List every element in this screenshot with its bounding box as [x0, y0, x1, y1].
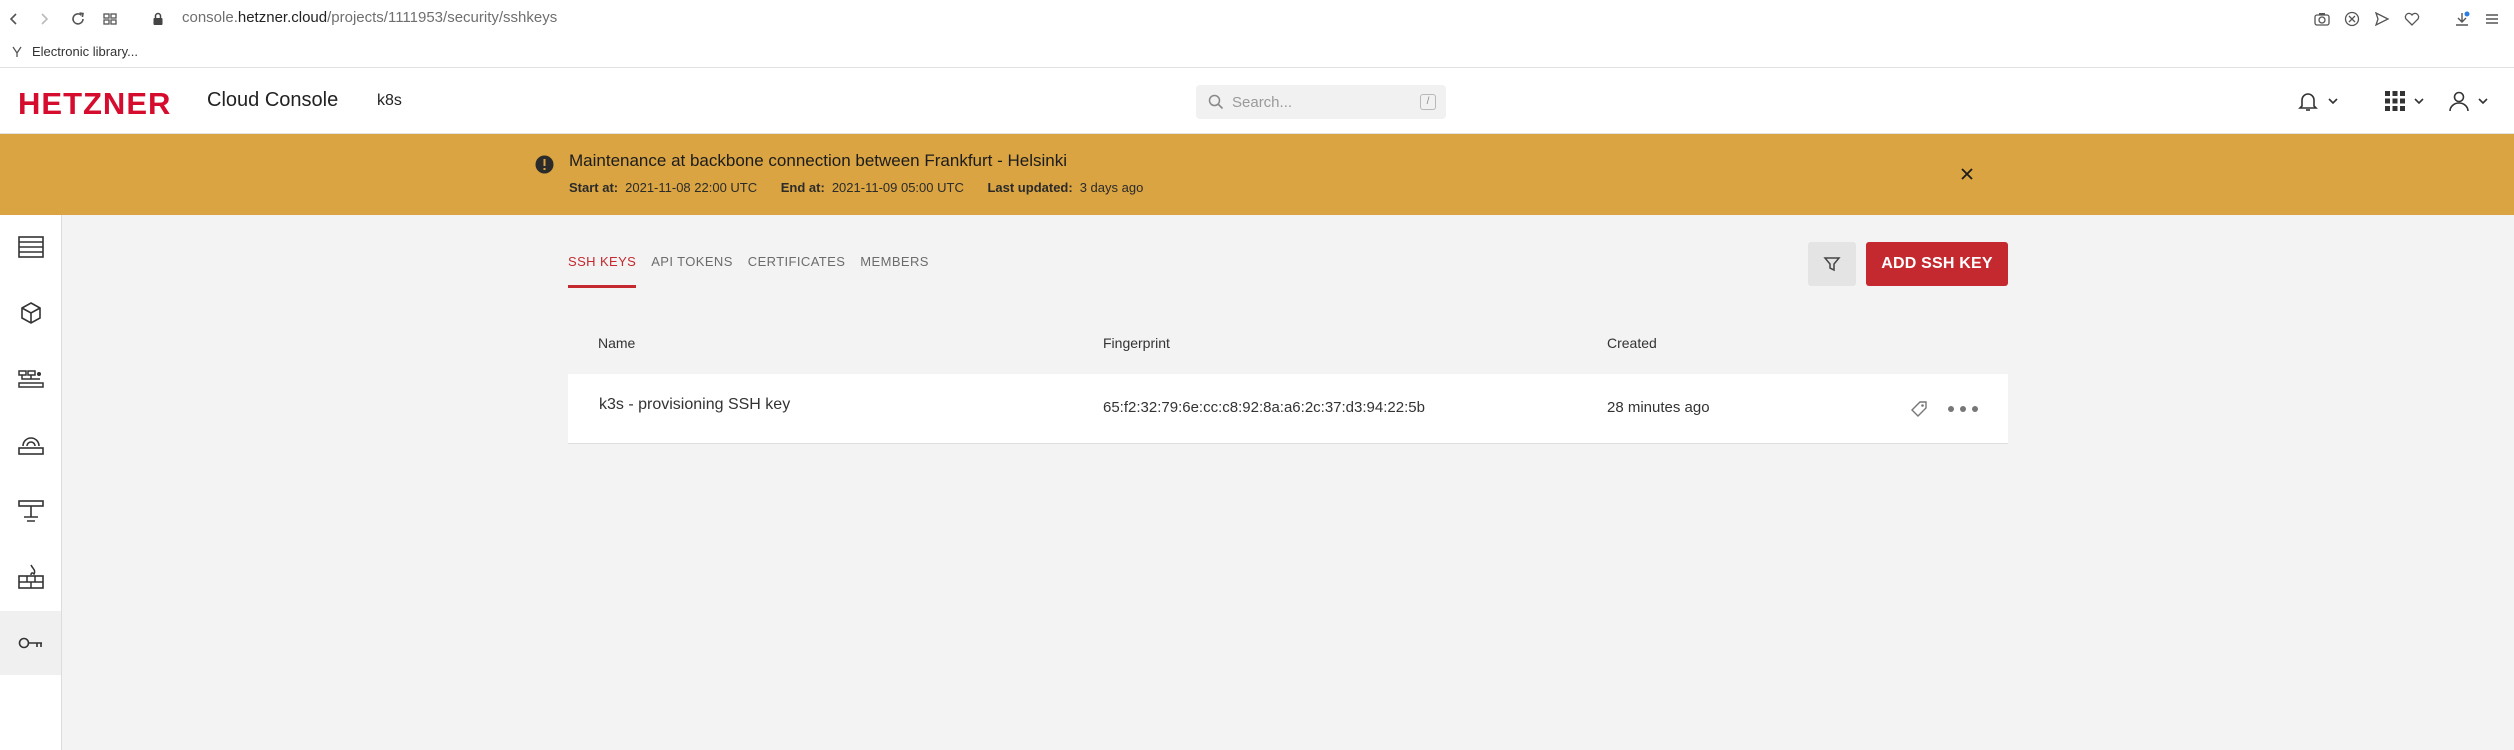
project-selector[interactable]: k8s: [377, 92, 402, 110]
sidebar-item-volumes[interactable]: [0, 281, 61, 345]
browser-toolbar: console.hetzner.cloud/projects/1111953/s…: [0, 0, 2514, 38]
volumes-icon: [19, 301, 43, 325]
sidebar: [0, 215, 62, 750]
filter-icon: [1823, 255, 1841, 273]
tab-members[interactable]: MEMBERS: [860, 250, 929, 288]
updated-label: Last updated:: [987, 180, 1073, 195]
tab-certificates[interactable]: CERTIFICATES: [748, 250, 846, 288]
url-prefix: console.: [182, 9, 238, 26]
forward-arrow-icon[interactable]: [34, 9, 54, 29]
key-icon: [18, 636, 44, 650]
chevron-down-icon: [2328, 97, 2338, 105]
heart-icon[interactable]: [2402, 9, 2422, 29]
start-label: Start at:: [569, 180, 619, 195]
table-row[interactable]: k3s - provisioning SSH key 65:f2:32:79:6…: [568, 374, 2008, 444]
search-shortcut-hint: /: [1420, 94, 1436, 110]
chevron-down-icon: [2478, 97, 2488, 105]
url-domain: hetzner.cloud: [237, 9, 328, 26]
download-icon[interactable]: [2452, 9, 2472, 29]
search-box[interactable]: /: [1196, 85, 1446, 119]
filter-button[interactable]: [1808, 242, 1856, 286]
sidebar-item-networks[interactable]: [0, 479, 61, 543]
app-header: HETZNER Cloud Console k8s /: [0, 68, 2514, 134]
tab-api-tokens[interactable]: API TOKENS: [651, 250, 733, 288]
more-options-icon[interactable]: [1946, 401, 1980, 417]
label-tag-icon[interactable]: [1909, 399, 1929, 419]
camera-icon[interactable]: [2312, 9, 2332, 29]
firewalls-icon: [17, 564, 44, 590]
apps-grid-icon: [2384, 90, 2406, 112]
servers-icon: [17, 236, 44, 258]
bookmarks-bar: Electronic library...: [0, 38, 2514, 68]
end-label: End at:: [780, 180, 825, 195]
bell-icon: [2296, 89, 2320, 113]
start-value: 2021-11-08 22:00 UTC: [625, 180, 758, 195]
banner-title: Maintenance at backbone connection betwe…: [569, 151, 1068, 170]
floating-ips-icon: [17, 434, 44, 456]
bookmark-icon: [12, 46, 22, 58]
reload-icon[interactable]: [68, 9, 88, 29]
search-icon: [1208, 94, 1224, 110]
user-icon: [2448, 90, 2470, 112]
bookmark-electronic-library[interactable]: Electronic library...: [12, 44, 138, 59]
send-icon[interactable]: [2372, 9, 2392, 29]
column-header-name: Name: [598, 335, 636, 351]
chevron-down-icon: [2414, 97, 2424, 105]
bookmark-label: Electronic library...: [32, 44, 138, 59]
lock-icon: [148, 9, 168, 29]
sidebar-item-security[interactable]: [0, 611, 61, 675]
url-bar[interactable]: console.hetzner.cloud/projects/1111953/s…: [182, 9, 557, 26]
user-menu-button[interactable]: [2448, 88, 2488, 114]
apps-menu-button[interactable]: [2384, 88, 2424, 114]
tabs-grid-icon[interactable]: [100, 9, 120, 29]
column-header-created: Created: [1607, 335, 1657, 351]
banner-details: Start at: 2021-11-08 22:00 UTC End at: 202…: [569, 180, 1163, 195]
close-icon[interactable]: [1957, 164, 1977, 184]
sidebar-item-floating-ips[interactable]: [0, 413, 61, 477]
shield-icon[interactable]: [2342, 9, 2362, 29]
ssh-key-fingerprint: 65:f2:32:79:6e:cc:c8:92:8a:a6:2c:37:d3:9…: [1103, 399, 1425, 416]
ssh-key-created: 28 minutes ago: [1607, 399, 1710, 416]
updated-value: 3 days ago: [1079, 180, 1144, 195]
app-title: Cloud Console: [207, 89, 339, 111]
security-tabs: SSH KEYS API TOKENS CERTIFICATES MEMBERS: [568, 250, 944, 288]
networks-icon: [17, 499, 44, 523]
hetzner-logo[interactable]: HETZNER: [18, 86, 171, 122]
column-header-fingerprint: Fingerprint: [1103, 335, 1170, 351]
load-balancers-icon: [17, 369, 44, 389]
sidebar-item-firewalls[interactable]: [0, 545, 61, 609]
tab-ssh-keys[interactable]: SSH KEYS: [568, 250, 637, 288]
notifications-button[interactable]: [2296, 88, 2338, 114]
alert-icon: [535, 155, 554, 174]
menu-icon[interactable]: [2482, 9, 2502, 29]
add-ssh-key-button[interactable]: ADD SSH KEY: [1866, 242, 2008, 286]
maintenance-banner: Maintenance at backbone connection betwe…: [0, 134, 2514, 215]
back-arrow-icon[interactable]: [4, 9, 24, 29]
sidebar-item-load-balancers[interactable]: [0, 347, 61, 411]
ssh-key-name: k3s - provisioning SSH key: [599, 396, 791, 413]
search-input[interactable]: [1232, 89, 1402, 115]
sidebar-item-servers[interactable]: [0, 215, 61, 279]
end-value: 2021-11-09 05:00 UTC: [831, 180, 964, 195]
url-path: /projects/1111953/security/sshkeys: [327, 9, 558, 26]
